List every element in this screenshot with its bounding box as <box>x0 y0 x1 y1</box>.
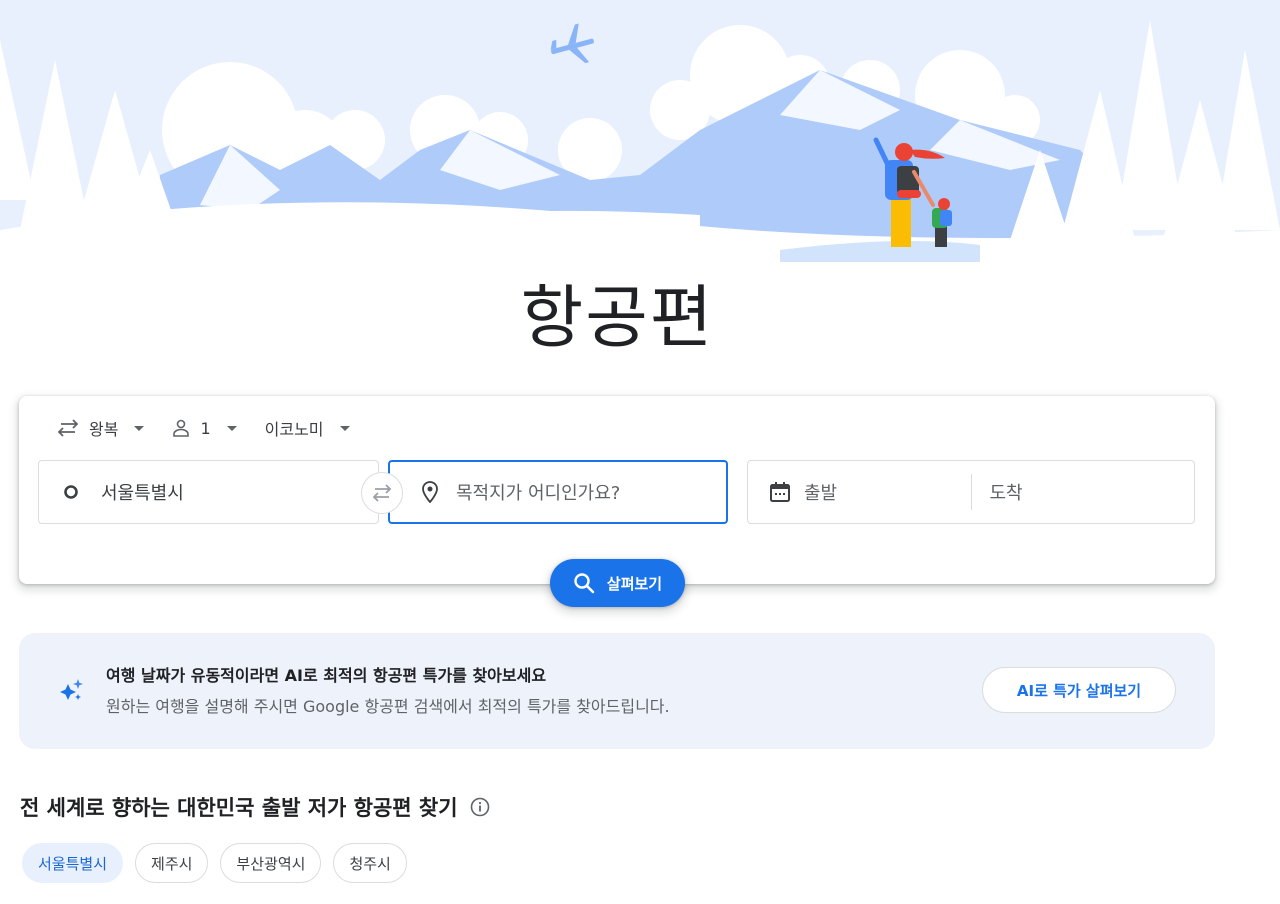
ai-banner-subtitle: 원하는 여행을 설명해 주시면 Google 항공편 검색에서 최적의 특가를 … <box>106 697 670 716</box>
hero-illustration <box>0 0 1280 278</box>
location-pin-icon <box>422 481 438 503</box>
cabin-class-dropdown[interactable]: 이코노미 <box>259 410 356 446</box>
origin-value: 서울특별시 <box>101 483 184 504</box>
depart-date-input[interactable]: 출발 <box>748 461 971 523</box>
deals-title: 전 세계로 향하는 대한민국 출발 저가 항공편 찾기 <box>20 796 458 820</box>
round-trip-arrows-icon <box>57 419 79 437</box>
swap-locations-button[interactable] <box>361 472 403 514</box>
info-icon[interactable] <box>470 797 490 817</box>
page-title: 항공편 <box>520 279 715 358</box>
hero-landscape-image <box>0 0 1280 278</box>
swap-arrows-icon <box>371 484 393 502</box>
trip-options-row: 왕복 1 이코노미 <box>51 410 372 446</box>
return-placeholder: 도착 <box>989 483 1023 504</box>
search-icon <box>573 572 595 594</box>
trip-type-dropdown[interactable]: 왕복 <box>51 410 150 446</box>
city-chip[interactable]: 청주시 <box>333 843 407 883</box>
date-range-field[interactable]: 출발 도착 <box>747 460 1195 524</box>
explore-button[interactable]: 살펴보기 <box>550 559 685 607</box>
passengers-dropdown[interactable]: 1 <box>166 410 242 446</box>
return-date-input[interactable]: 도착 <box>972 461 1195 523</box>
city-chip[interactable]: 부산광역시 <box>220 843 322 883</box>
city-chip[interactable]: 제주시 <box>135 843 209 883</box>
calendar-icon <box>768 480 792 504</box>
origin-city-chips: 서울특별시 제주시 부산광역시 청주시 <box>22 843 419 883</box>
passengers-count: 1 <box>200 418 211 438</box>
trip-type-label: 왕복 <box>89 420 119 439</box>
ai-banner-title: 여행 날짜가 유동적이라면 AI로 최적의 항공편 특가를 찾아보세요 <box>106 666 547 685</box>
origin-field[interactable]: 서울특별시 <box>38 460 379 524</box>
person-icon <box>172 419 190 437</box>
chevron-down-icon <box>339 425 350 431</box>
destination-input[interactable]: 목적지가 어디인가요? <box>388 460 728 524</box>
ai-deals-button[interactable]: AI로 특가 살펴보기 <box>982 667 1176 713</box>
origin-circle-icon <box>63 484 79 500</box>
chevron-down-icon <box>134 425 145 431</box>
sparkle-icon <box>59 678 85 708</box>
flight-search-form: 왕복 1 이코노미 서울특별시 목적지가 어디인가요? 출발 도착 살펴보기 <box>19 396 1215 607</box>
chevron-down-icon <box>226 425 237 431</box>
depart-placeholder: 출발 <box>804 483 838 504</box>
cabin-class-label: 이코노미 <box>264 420 324 439</box>
destination-placeholder: 목적지가 어디인가요? <box>456 483 621 504</box>
explore-label: 살펴보기 <box>606 574 663 593</box>
deals-section-heading: 전 세계로 향하는 대한민국 출발 저가 항공편 찾기 <box>20 792 490 822</box>
city-chip[interactable]: 서울특별시 <box>22 843 124 883</box>
ai-deals-banner: 여행 날짜가 유동적이라면 AI로 최적의 항공편 특가를 찾아보세요 원하는 … <box>19 633 1215 749</box>
